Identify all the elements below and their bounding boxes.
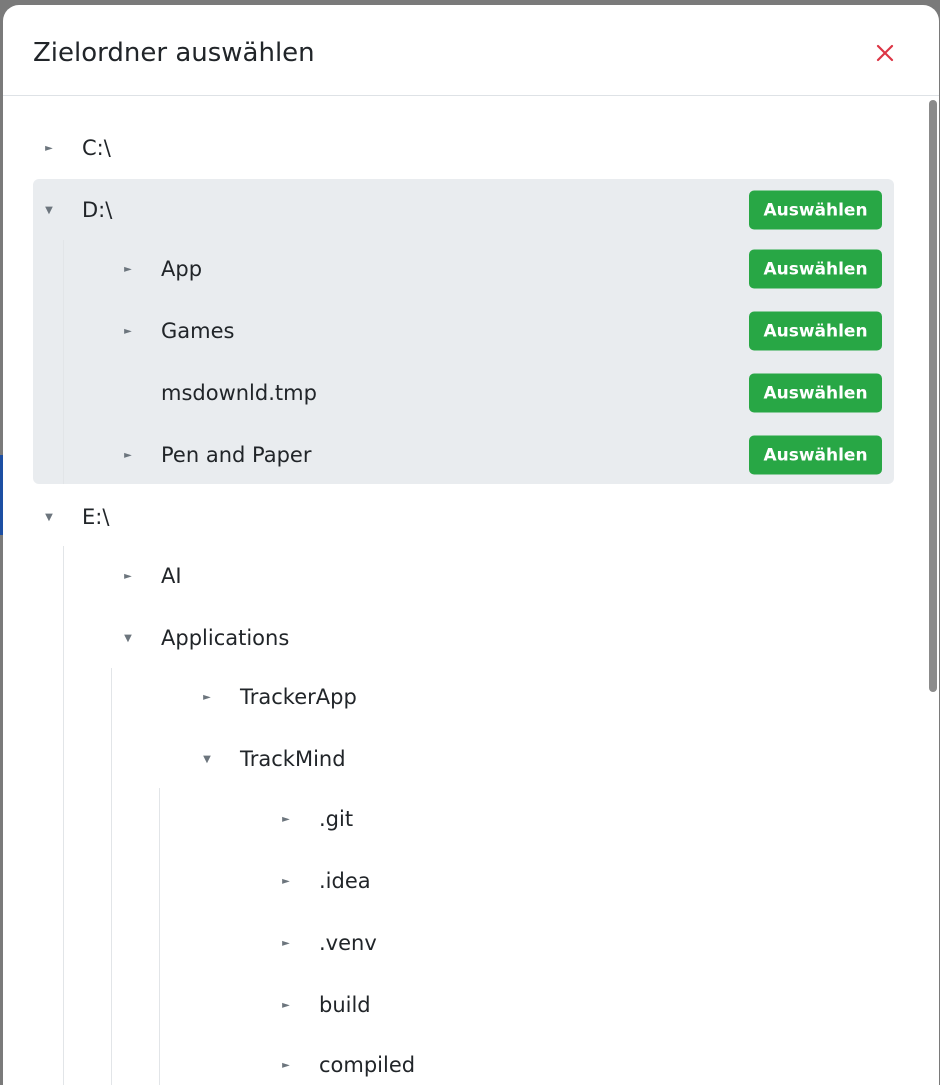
tree-node-e-ai[interactable]: ► AI	[33, 545, 894, 607]
tree-node-d-msdownld[interactable]: msdownld.tmp Auswählen	[33, 362, 894, 424]
caret-right-icon[interactable]: ►	[121, 569, 135, 583]
node-label: .idea	[319, 869, 371, 893]
caret-down-icon[interactable]: ▼	[121, 631, 135, 645]
scrollbar-thumb[interactable]	[929, 100, 937, 692]
caret-down-icon[interactable]: ▼	[200, 752, 214, 766]
tree-node-trackerapp[interactable]: ► TrackerApp	[33, 666, 894, 728]
node-label: .git	[319, 807, 354, 831]
caret-down-icon[interactable]: ▼	[42, 203, 56, 217]
tree-node-d-games[interactable]: ► Games Auswählen	[33, 300, 894, 362]
node-label: .venv	[319, 931, 377, 955]
node-label: C:\	[82, 136, 111, 160]
dialog-title: Zielordner auswählen	[33, 38, 315, 68]
dialog-header: Zielordner auswählen	[3, 5, 939, 96]
node-label: compiled	[319, 1053, 416, 1077]
tree-node-trackmind[interactable]: ▼ TrackMind	[33, 728, 894, 790]
tree-node-d-penpaper[interactable]: ► Pen and Paper Auswählen	[33, 424, 894, 486]
caret-right-icon[interactable]: ►	[121, 324, 135, 338]
node-label: build	[319, 993, 371, 1017]
select-button-msdownld[interactable]: Auswählen	[749, 373, 882, 413]
dialog-body: ► C:\ ▼ D:\ Auswählen ► App Auswählen ► …	[3, 96, 939, 1085]
tree-node-venv[interactable]: ► .venv	[33, 912, 894, 974]
node-label: AI	[161, 564, 182, 588]
tree-node-e-applications[interactable]: ▼ Applications	[33, 607, 894, 669]
node-label: D:\	[82, 198, 113, 222]
tree-node-d-app[interactable]: ► App Auswählen	[33, 238, 894, 300]
select-button-pen-and-paper[interactable]: Auswählen	[749, 435, 882, 475]
select-button-d-drive[interactable]: Auswählen	[749, 190, 882, 230]
node-label: E:\	[82, 505, 110, 529]
caret-right-icon[interactable]: ►	[279, 812, 293, 826]
tree-node-idea[interactable]: ► .idea	[33, 850, 894, 912]
tree-node-c-drive[interactable]: ► C:\	[33, 117, 894, 179]
caret-right-icon[interactable]: ►	[279, 936, 293, 950]
select-button-games[interactable]: Auswählen	[749, 311, 882, 351]
node-label: Pen and Paper	[161, 443, 312, 467]
tree-node-compiled[interactable]: ► compiled	[33, 1034, 894, 1085]
node-label: TrackerApp	[240, 685, 357, 709]
node-label: App	[161, 257, 203, 281]
tree-node-d-drive[interactable]: ▼ D:\ Auswählen	[33, 179, 894, 241]
caret-right-icon[interactable]: ►	[42, 141, 56, 155]
caret-down-icon[interactable]: ▼	[42, 510, 56, 524]
select-button-app[interactable]: Auswählen	[749, 249, 882, 289]
close-button[interactable]	[871, 39, 899, 67]
node-label: TrackMind	[240, 747, 346, 771]
folder-picker-dialog: Zielordner auswählen ► C:\ ▼ D:\ Auswähl…	[3, 5, 939, 1085]
tree-node-git[interactable]: ► .git	[33, 788, 894, 850]
caret-right-icon[interactable]: ►	[200, 690, 214, 704]
tree-node-build[interactable]: ► build	[33, 974, 894, 1036]
caret-right-icon[interactable]: ►	[121, 262, 135, 276]
caret-right-icon[interactable]: ►	[279, 998, 293, 1012]
caret-right-icon[interactable]: ►	[121, 448, 135, 462]
node-label: Games	[161, 319, 235, 343]
tree-node-e-drive[interactable]: ▼ E:\	[33, 486, 894, 548]
close-icon	[876, 44, 894, 62]
node-label: Applications	[161, 626, 290, 650]
caret-right-icon[interactable]: ►	[279, 874, 293, 888]
node-label: msdownld.tmp	[161, 381, 317, 405]
